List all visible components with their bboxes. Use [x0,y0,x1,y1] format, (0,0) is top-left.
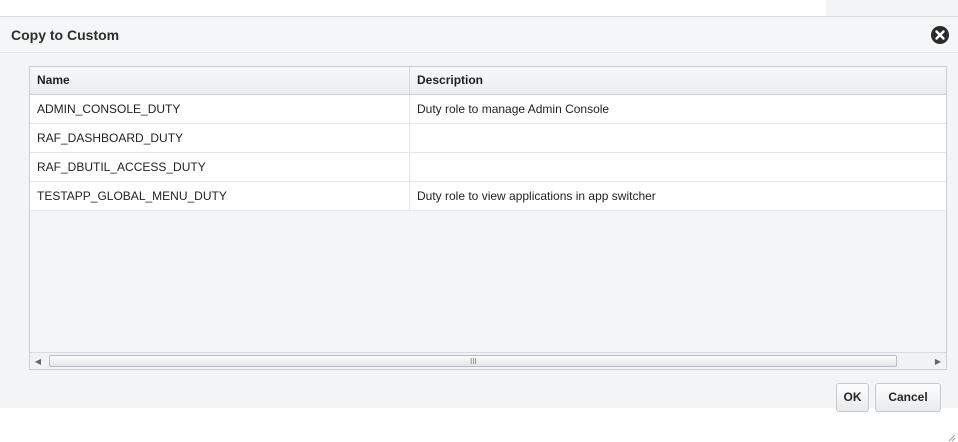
table-row[interactable]: RAF_DASHBOARD_DUTY [30,124,946,153]
close-x-glyph [935,30,945,40]
cell-name: RAF_DASHBOARD_DUTY [30,124,410,152]
roles-table: Name Description ADMIN_CONSOLE_DUTY Duty… [29,66,947,370]
cell-name: RAF_DBUTIL_ACCESS_DUTY [30,153,410,181]
table-header: Name Description [30,67,946,95]
scrollbar-thumb[interactable]: III [49,355,897,367]
ok-button[interactable]: OK [836,383,869,412]
dialog-title: Copy to Custom [11,27,120,43]
scrollbar-grip: III [470,357,477,366]
scroll-left-icon[interactable]: ◀ [30,354,46,369]
cell-description: Duty role to manage Admin Console [417,102,610,116]
table-row[interactable]: ADMIN_CONSOLE_DUTY Duty role to manage A… [30,95,946,124]
cell-description [410,153,946,181]
cancel-button[interactable]: Cancel [875,383,941,412]
background-page-strip [826,0,958,16]
scroll-right-icon[interactable]: ▶ [930,354,946,369]
cell-description: Duty role to view applications in app sw… [417,189,656,203]
column-header-description[interactable]: Description [410,67,946,94]
table-row[interactable]: TESTAPP_GLOBAL_MENU_DUTY Duty role to vi… [30,182,946,211]
table-row[interactable]: RAF_DBUTIL_ACCESS_DUTY [30,153,946,182]
dialog-body: Name Description ADMIN_CONSOLE_DUTY Duty… [0,53,958,442]
resize-handle-icon[interactable] [946,432,956,442]
column-header-name[interactable]: Name [30,67,410,94]
copy-to-custom-dialog: Copy to Custom Name Description ADMIN_CO… [0,16,958,442]
dialog-header: Copy to Custom [0,17,958,53]
cell-description [410,124,946,152]
horizontal-scrollbar[interactable]: ◀ III ▶ [30,352,946,369]
close-icon[interactable] [931,26,949,44]
cell-name: TESTAPP_GLOBAL_MENU_DUTY [30,182,410,210]
cell-name: ADMIN_CONSOLE_DUTY [30,95,410,123]
